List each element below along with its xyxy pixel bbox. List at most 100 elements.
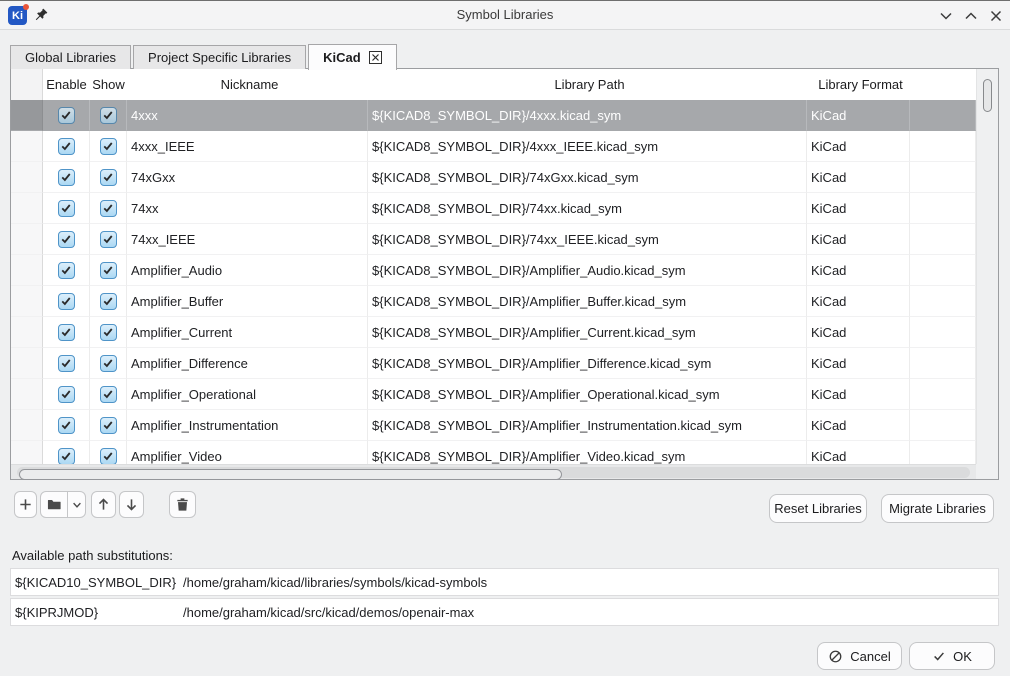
library-path-cell[interactable]: ${KICAD8_SYMBOL_DIR}/74xx.kicad_sym [368, 193, 807, 224]
library-path-cell[interactable]: ${KICAD8_SYMBOL_DIR}/4xxx_IEEE.kicad_sym [368, 131, 807, 162]
library-format-cell[interactable]: KiCad [807, 255, 910, 286]
nickname-cell[interactable]: Amplifier_Video [127, 441, 368, 464]
row-header[interactable] [11, 131, 43, 162]
library-path-cell[interactable]: ${KICAD8_SYMBOL_DIR}/Amplifier_Audio.kic… [368, 255, 807, 286]
library-format-cell[interactable]: KiCad [807, 348, 910, 379]
show-checkbox[interactable] [100, 448, 117, 465]
library-row[interactable]: Amplifier_Video ${KICAD8_SYMBOL_DIR}/Amp… [11, 441, 976, 464]
show-checkbox[interactable] [100, 324, 117, 341]
browse-library-button[interactable] [40, 491, 68, 518]
pin-icon[interactable] [33, 7, 49, 23]
show-checkbox[interactable] [100, 169, 117, 186]
enable-checkbox[interactable] [58, 448, 75, 465]
ok-button[interactable]: OK [909, 642, 995, 670]
nickname-cell[interactable]: Amplifier_Instrumentation [127, 410, 368, 441]
library-path-cell[interactable]: ${KICAD8_SYMBOL_DIR}/Amplifier_Buffer.ki… [368, 286, 807, 317]
tab-global-libraries[interactable]: Global Libraries [10, 45, 131, 69]
show-checkbox[interactable] [100, 262, 117, 279]
show-checkbox[interactable] [100, 138, 117, 155]
show-checkbox[interactable] [100, 231, 117, 248]
enable-checkbox[interactable] [58, 417, 75, 434]
row-header[interactable] [11, 348, 43, 379]
nickname-cell[interactable]: Amplifier_Buffer [127, 286, 368, 317]
enable-checkbox[interactable] [58, 386, 75, 403]
close-icon[interactable] [988, 8, 1004, 24]
migrate-libraries-button[interactable]: Migrate Libraries [881, 494, 994, 523]
row-header[interactable] [11, 379, 43, 410]
nickname-cell[interactable]: 4xxx_IEEE [127, 131, 368, 162]
library-format-cell[interactable]: KiCad [807, 441, 910, 464]
row-header[interactable] [11, 100, 43, 131]
enable-checkbox[interactable] [58, 231, 75, 248]
nickname-cell[interactable]: 74xGxx [127, 162, 368, 193]
library-row[interactable]: Amplifier_Current ${KICAD8_SYMBOL_DIR}/A… [11, 317, 976, 348]
show-checkbox[interactable] [100, 417, 117, 434]
library-path-cell[interactable]: ${KICAD8_SYMBOL_DIR}/Amplifier_Differenc… [368, 348, 807, 379]
enable-checkbox[interactable] [58, 107, 75, 124]
nickname-cell[interactable]: Amplifier_Audio [127, 255, 368, 286]
show-checkbox[interactable] [100, 386, 117, 403]
cancel-button[interactable]: Cancel [817, 642, 902, 670]
browse-library-dropdown-button[interactable] [67, 491, 86, 518]
row-header[interactable] [11, 441, 43, 464]
library-path-cell[interactable]: ${KICAD8_SYMBOL_DIR}/4xxx.kicad_sym [368, 100, 807, 131]
move-down-button[interactable] [119, 491, 144, 518]
library-format-cell[interactable]: KiCad [807, 162, 910, 193]
vertical-scrollbar[interactable] [976, 69, 998, 464]
horizontal-scrollbar-thumb[interactable] [19, 469, 562, 480]
enable-checkbox[interactable] [58, 262, 75, 279]
enable-checkbox[interactable] [58, 138, 75, 155]
library-path-cell[interactable]: ${KICAD8_SYMBOL_DIR}/74xx_IEEE.kicad_sym [368, 224, 807, 255]
library-row[interactable]: Amplifier_Instrumentation ${KICAD8_SYMBO… [11, 410, 976, 441]
shade-icon[interactable] [938, 8, 954, 24]
row-header[interactable] [11, 410, 43, 441]
show-checkbox[interactable] [100, 200, 117, 217]
nickname-cell[interactable]: Amplifier_Operational [127, 379, 368, 410]
library-path-cell[interactable]: ${KICAD8_SYMBOL_DIR}/Amplifier_Instrumen… [368, 410, 807, 441]
maximize-icon[interactable] [963, 8, 979, 24]
nickname-cell[interactable]: Amplifier_Difference [127, 348, 368, 379]
nickname-cell[interactable]: Amplifier_Current [127, 317, 368, 348]
nickname-cell[interactable]: 4xxx [127, 100, 368, 131]
library-format-cell[interactable]: KiCad [807, 193, 910, 224]
library-format-cell[interactable]: KiCad [807, 224, 910, 255]
library-path-cell[interactable]: ${KICAD8_SYMBOL_DIR}/Amplifier_Current.k… [368, 317, 807, 348]
reset-libraries-button[interactable]: Reset Libraries [769, 494, 867, 523]
library-row[interactable]: Amplifier_Operational ${KICAD8_SYMBOL_DI… [11, 379, 976, 410]
row-header[interactable] [11, 286, 43, 317]
horizontal-scrollbar[interactable] [11, 464, 976, 479]
nickname-cell[interactable]: 74xx [127, 193, 368, 224]
move-up-button[interactable] [91, 491, 116, 518]
delete-library-button[interactable] [169, 491, 196, 518]
add-library-button[interactable] [14, 491, 37, 518]
library-row[interactable]: Amplifier_Difference ${KICAD8_SYMBOL_DIR… [11, 348, 976, 379]
library-format-cell[interactable]: KiCad [807, 131, 910, 162]
row-header[interactable] [11, 255, 43, 286]
library-path-cell[interactable]: ${KICAD8_SYMBOL_DIR}/74xGxx.kicad_sym [368, 162, 807, 193]
library-row[interactable]: Amplifier_Audio ${KICAD8_SYMBOL_DIR}/Amp… [11, 255, 976, 286]
library-row[interactable]: 4xxx_IEEE ${KICAD8_SYMBOL_DIR}/4xxx_IEEE… [11, 131, 976, 162]
library-format-cell[interactable]: KiCad [807, 100, 910, 131]
row-header[interactable] [11, 193, 43, 224]
library-format-cell[interactable]: KiCad [807, 410, 910, 441]
enable-checkbox[interactable] [58, 169, 75, 186]
library-format-cell[interactable]: KiCad [807, 379, 910, 410]
horizontal-scrollbar-track[interactable] [17, 467, 970, 478]
nickname-cell[interactable]: 74xx_IEEE [127, 224, 368, 255]
library-row[interactable]: 74xx ${KICAD8_SYMBOL_DIR}/74xx.kicad_sym… [11, 193, 976, 224]
library-row[interactable]: Amplifier_Buffer ${KICAD8_SYMBOL_DIR}/Am… [11, 286, 976, 317]
row-header[interactable] [11, 224, 43, 255]
library-row[interactable]: 74xGxx ${KICAD8_SYMBOL_DIR}/74xGxx.kicad… [11, 162, 976, 193]
tab-close-icon[interactable] [369, 51, 382, 64]
show-checkbox[interactable] [100, 355, 117, 372]
library-row[interactable]: 4xxx ${KICAD8_SYMBOL_DIR}/4xxx.kicad_sym… [11, 100, 976, 131]
show-checkbox[interactable] [100, 107, 117, 124]
enable-checkbox[interactable] [58, 355, 75, 372]
enable-checkbox[interactable] [58, 293, 75, 310]
row-header[interactable] [11, 317, 43, 348]
show-checkbox[interactable] [100, 293, 117, 310]
enable-checkbox[interactable] [58, 200, 75, 217]
library-format-cell[interactable]: KiCad [807, 317, 910, 348]
library-format-cell[interactable]: KiCad [807, 286, 910, 317]
enable-checkbox[interactable] [58, 324, 75, 341]
